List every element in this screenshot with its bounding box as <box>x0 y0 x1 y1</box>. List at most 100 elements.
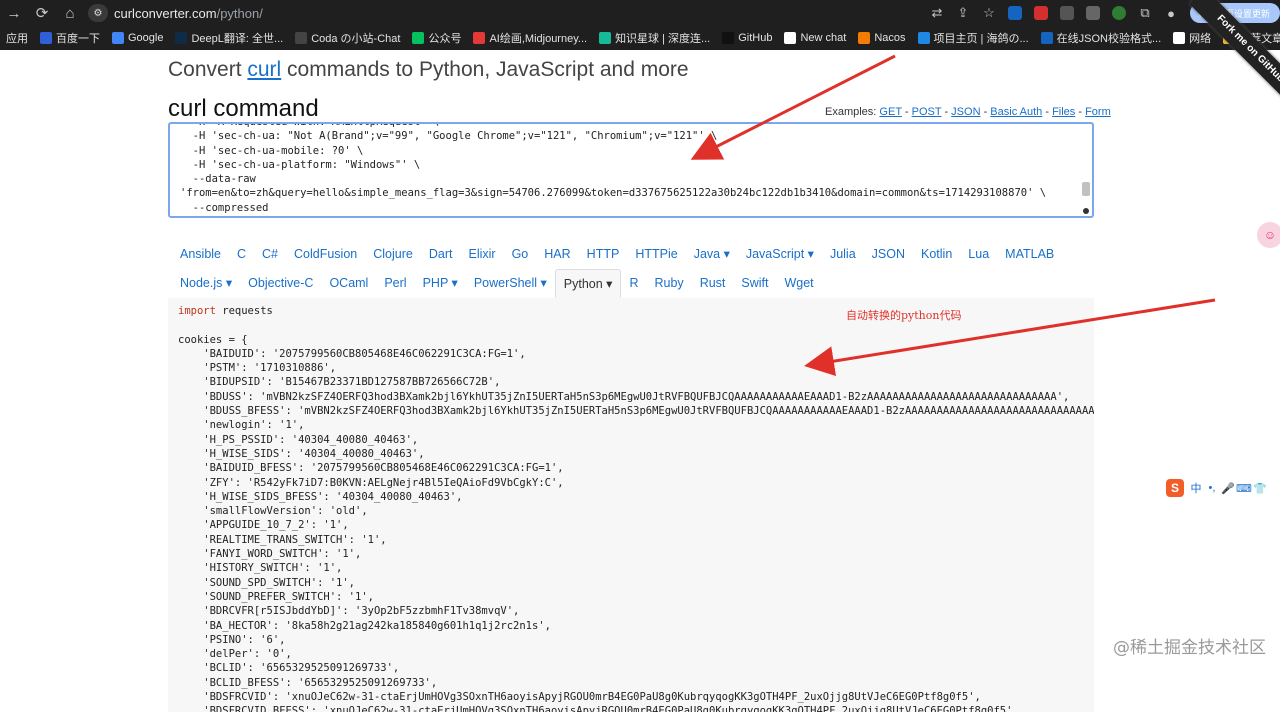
bookmark-label: Coda の小站-Chat <box>311 33 401 45</box>
tab-language[interactable]: JSON <box>864 240 913 269</box>
tab-language[interactable]: Dart <box>421 240 461 269</box>
tab-language[interactable]: Java ▾ <box>686 240 738 269</box>
code-line: 'BDRCVFR[r5ISJbddYbD]': '3yOp2bF5zzbmhF1… <box>178 605 520 618</box>
tab-language[interactable]: Swift <box>733 269 776 298</box>
reload-icon[interactable]: ⟳ <box>28 0 56 26</box>
bookmark-item[interactable]: 网络 <box>1167 26 1217 50</box>
bookmark-star-icon[interactable]: ☆ <box>976 2 1002 24</box>
curl-link[interactable]: curl <box>247 58 281 81</box>
code-line: 'SOUND_SPD_SWITCH': '1', <box>178 576 356 589</box>
address-bar[interactable]: ⚙ curlconverter.com/python/ <box>88 2 868 24</box>
ime-item-icon[interactable]: •, <box>1204 482 1220 494</box>
forward-icon[interactable]: → <box>0 0 28 26</box>
ime-toolbar: S 中 •, 🎤 ⌨ 👕 <box>1166 476 1278 500</box>
side-assistant-icon[interactable]: ☺ <box>1257 222 1280 248</box>
extension-shield-icon[interactable] <box>1034 6 1048 20</box>
bookmark-item[interactable]: 公众号 <box>406 26 467 50</box>
tab-language[interactable]: OCaml <box>321 269 376 298</box>
example-link[interactable]: Files <box>1052 106 1075 118</box>
generated-code-output[interactable]: import requests cookies = { 'BAIDUID': '2… <box>168 298 1094 712</box>
code-line: 'H_WISE_SIDS_BFESS': '40304_40080_40463'… <box>178 490 463 503</box>
bookmark-item[interactable]: Coda の小站-Chat <box>289 26 406 50</box>
bookmark-favicon-icon <box>40 32 52 44</box>
bookmark-item[interactable]: 应用 <box>0 26 34 50</box>
bookmark-item[interactable]: 百度一下 <box>34 26 106 50</box>
bookmark-item[interactable]: 项目主页 | 海鸽の... <box>912 26 1035 50</box>
bookmark-item[interactable]: Nacos <box>852 26 911 50</box>
translate-icon[interactable]: ⇄ <box>924 2 950 24</box>
tab-language[interactable]: Clojure <box>365 240 421 269</box>
tab-language[interactable]: R <box>621 269 646 298</box>
tab-language[interactable]: C <box>229 240 254 269</box>
tab-language[interactable]: Perl <box>376 269 414 298</box>
extension-grid-icon[interactable] <box>1086 6 1100 20</box>
url-path: /python/ <box>216 5 263 21</box>
separator: - <box>901 106 912 118</box>
curl-command-input[interactable]: -H 'X-Requested-With: XMLHttpRequest' \ … <box>168 122 1094 218</box>
share-icon[interactable]: ⇪ <box>950 2 976 24</box>
import-keyword: import <box>178 305 216 317</box>
example-link[interactable]: POST <box>912 106 942 118</box>
extension-word-icon[interactable] <box>1008 6 1022 20</box>
tab-language[interactable]: PowerShell ▾ <box>466 269 555 298</box>
tab-language[interactable]: PHP ▾ <box>415 269 466 298</box>
code-line: 'H_PS_PSSID': '40304_40080_40463', <box>178 433 419 446</box>
code-line: 'smallFlowVersion': 'old', <box>178 505 368 518</box>
example-link[interactable]: Form <box>1085 106 1111 118</box>
site-info-icon[interactable]: ⚙ <box>88 4 108 22</box>
bookmark-item[interactable]: 在线JSON校验格式... <box>1035 26 1168 50</box>
example-link[interactable]: Basic Auth <box>990 106 1042 118</box>
ime-logo-icon[interactable]: S <box>1166 479 1184 497</box>
bookmark-label: New chat <box>800 32 847 44</box>
bookmark-item[interactable]: AI绘画,Midjourney... <box>467 26 593 50</box>
tab-language[interactable]: Kotlin <box>913 240 960 269</box>
example-link[interactable]: GET <box>879 106 901 118</box>
curl-command-text[interactable]: -H 'X-Requested-With: XMLHttpRequest' \ … <box>170 124 1092 215</box>
tab-language[interactable]: HTTPie <box>627 240 685 269</box>
extensions-puzzle-icon[interactable]: ⧉ <box>1132 2 1158 24</box>
bookmark-item[interactable]: DeepL翻译: 全世... <box>169 26 289 50</box>
bookmark-label: 应用 <box>6 33 28 45</box>
tab-language[interactable]: Wget <box>776 269 821 298</box>
tab-language[interactable]: Lua <box>960 240 997 269</box>
extension-green-icon[interactable] <box>1112 6 1126 20</box>
bookmarks-bar: 应用 百度一下 Google DeepL翻译: 全世... Coda の小站-Chat 公… <box>0 26 1280 50</box>
tab-language[interactable]: JavaScript ▾ <box>738 240 822 269</box>
bookmark-favicon-icon <box>175 32 188 44</box>
tab-language[interactable]: HAR <box>536 240 578 269</box>
ime-item-icon[interactable]: 👕 <box>1252 482 1268 495</box>
tab-language[interactable]: Elixir <box>460 240 503 269</box>
python-code[interactable]: import requests cookies = { 'BAIDUID': '2… <box>168 298 1094 712</box>
tab-language[interactable]: Python ▾ <box>554 269 622 298</box>
resize-handle[interactable] <box>1083 208 1089 214</box>
example-link[interactable]: JSON <box>951 106 980 118</box>
ime-item-icon[interactable]: 中 <box>1188 480 1204 496</box>
bookmark-favicon-icon <box>473 32 486 44</box>
tab-language[interactable]: MATLAB <box>997 240 1062 269</box>
tab-language[interactable]: Node.js ▾ <box>172 269 240 298</box>
bookmark-item[interactable]: New chat <box>778 26 852 50</box>
examples-list: Examples: GET - POST - JSON - Basic Auth… <box>825 106 1111 118</box>
tab-language[interactable]: HTTP <box>579 240 628 269</box>
bookmark-item[interactable]: GitHub <box>716 26 778 50</box>
tab-language[interactable]: Objective-C <box>240 269 321 298</box>
tab-language[interactable]: Rust <box>692 269 734 298</box>
tab-language[interactable]: C# <box>254 240 286 269</box>
tab-language[interactable]: Ansible <box>172 240 229 269</box>
tab-language[interactable]: Ruby <box>647 269 692 298</box>
curl-scrollbar[interactable] <box>1082 126 1090 216</box>
scrollbar-thumb[interactable] <box>1082 182 1090 196</box>
avatar[interactable]: ● <box>1158 2 1184 24</box>
bookmark-item[interactable]: Google <box>106 26 169 50</box>
tab-language[interactable]: Go <box>504 240 537 269</box>
separator: - <box>980 106 991 118</box>
bookmark-item[interactable]: 知识星球 | 深度连... <box>593 26 716 50</box>
bookmark-favicon-icon <box>412 32 425 44</box>
tab-language[interactable]: ColdFusion <box>286 240 365 269</box>
extension-box-icon[interactable] <box>1060 6 1074 20</box>
home-icon[interactable]: ⌂ <box>56 0 84 26</box>
ime-item-icon[interactable]: 🎤 <box>1220 482 1236 495</box>
tab-language[interactable]: Julia <box>822 240 864 269</box>
code-line: 'SOUND_PREFER_SWITCH': '1', <box>178 590 374 603</box>
ime-item-icon[interactable]: ⌨ <box>1236 482 1252 495</box>
